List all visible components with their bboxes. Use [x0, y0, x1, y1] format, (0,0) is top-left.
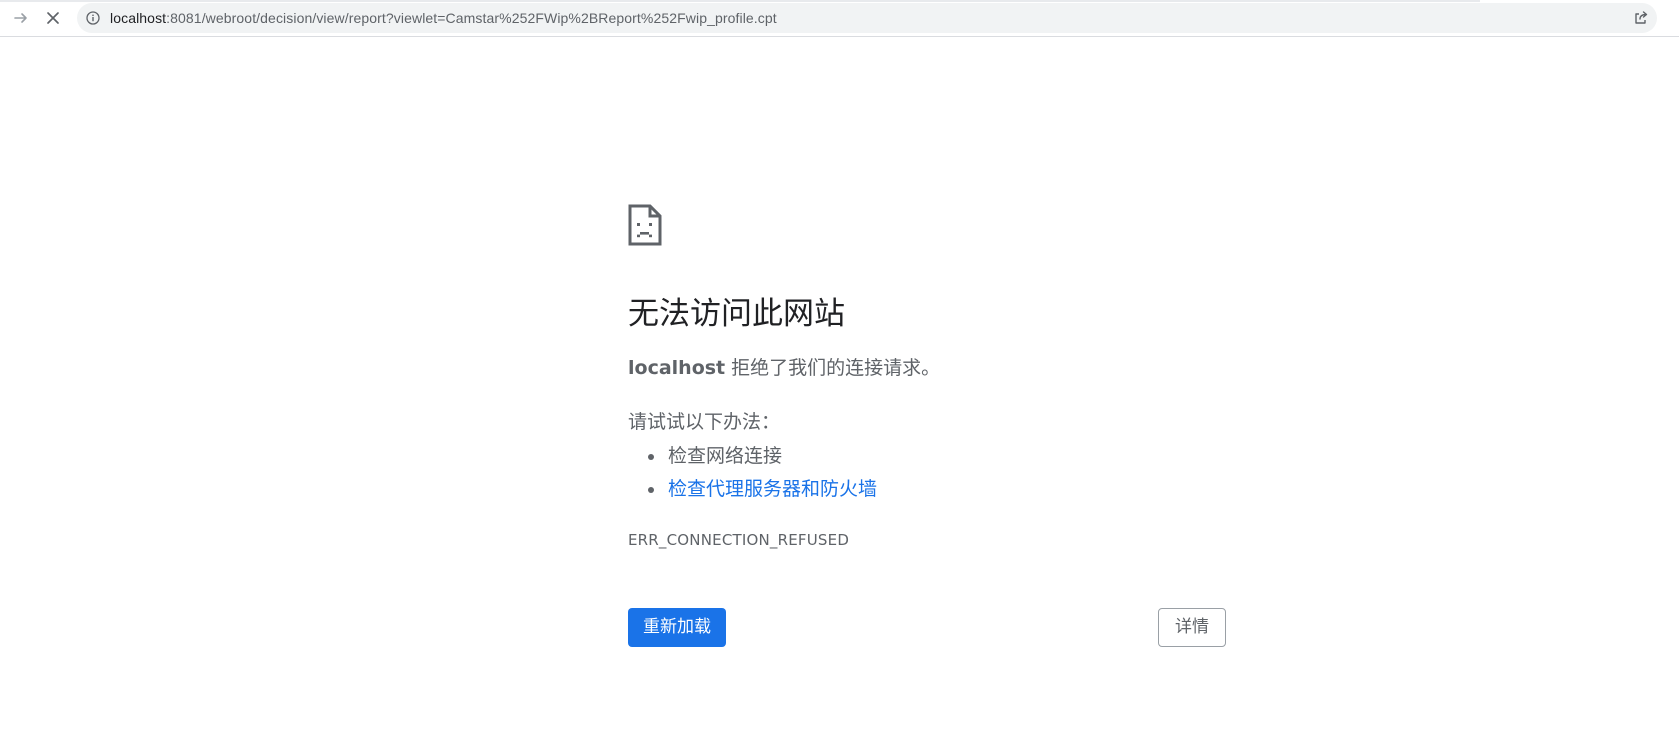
suggestion-text: 检查网络连接 [668, 445, 783, 467]
url-path: :8081/webroot/decision/view/report?viewl… [166, 10, 777, 26]
arrow-right-icon [14, 13, 27, 23]
url-host: localhost [110, 10, 167, 26]
suggestion-check-network: 检查网络连接 [628, 440, 877, 473]
address-bar[interactable]: localhost:8081/webroot/decision/view/rep… [77, 3, 1657, 33]
error-summary: localhost 拒绝了我们的连接请求。 [628, 354, 940, 382]
info-icon[interactable] [86, 11, 100, 25]
share-icon[interactable] [1633, 10, 1649, 26]
url-text[interactable]: localhost:8081/webroot/decision/view/rep… [110, 9, 777, 27]
stop-loading-button[interactable] [40, 5, 66, 31]
close-icon [47, 12, 59, 24]
check-proxy-firewall-link[interactable]: 检查代理服务器和防火墙 [668, 478, 877, 500]
error-host: localhost [628, 357, 726, 379]
bullet-icon [648, 454, 654, 460]
error-title: 无法访问此网站 [628, 296, 845, 332]
bullet-icon [648, 487, 654, 493]
details-button[interactable]: 详情 [1158, 608, 1226, 647]
browser-toolbar: localhost:8081/webroot/decision/view/rep… [0, 0, 1679, 37]
loading-track [0, 0, 1480, 2]
error-message: 拒绝了我们的连接请求。 [725, 357, 941, 379]
suggestions-list: 检查网络连接 检查代理服务器和防火墙 [628, 440, 877, 506]
reload-button[interactable]: 重新加载 [628, 608, 726, 647]
error-code: ERR_CONNECTION_REFUSED [628, 531, 850, 549]
sad-page-icon [628, 204, 662, 246]
suggestion-check-proxy-firewall: 检查代理服务器和防火墙 [628, 473, 877, 506]
suggestions-heading: 请试试以下办法： [628, 411, 781, 433]
forward-button[interactable] [8, 5, 34, 31]
